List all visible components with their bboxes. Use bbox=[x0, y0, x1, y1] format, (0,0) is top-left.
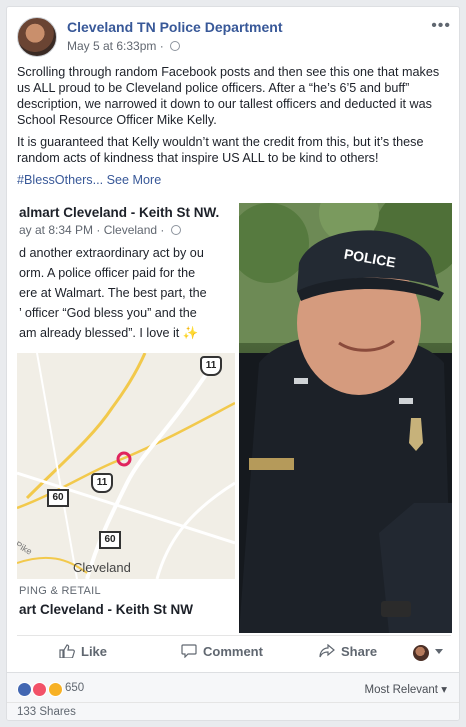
shared-meta-text: ay at 8:34 PM · Cleveland · bbox=[19, 223, 165, 237]
comment-label: Comment bbox=[203, 644, 263, 659]
post-footer-line: #BlessOthers... See More bbox=[17, 172, 453, 188]
us-route-shield: 11 bbox=[200, 356, 222, 376]
shared-text-line: am already blessed”. I love it ✨ bbox=[19, 323, 235, 343]
hashtag-link[interactable]: #BlessOthers... bbox=[17, 173, 103, 187]
shared-image[interactable]: almart Cleveland - Keith St NW. ay at 8:… bbox=[17, 203, 452, 633]
action-bar: Like Comment Share bbox=[17, 635, 451, 667]
post-card: Cleveland TN Police Department May 5 at … bbox=[6, 6, 460, 721]
comment-icon bbox=[181, 644, 197, 658]
officer-illustration: POLICE bbox=[239, 203, 452, 633]
reaction-count[interactable]: 650 bbox=[65, 682, 84, 694]
post-timestamp[interactable]: May 5 at 6:33pm bbox=[67, 39, 156, 53]
place-category: PING & RETAIL bbox=[19, 585, 101, 597]
meta-separator: · bbox=[159, 39, 164, 53]
shared-text-line: ’ officer “God bless you” and the bbox=[19, 306, 197, 320]
post-meta: May 5 at 6:33pm · bbox=[67, 39, 181, 53]
shared-post-text: d another extraordinary act by ou orm. A… bbox=[19, 243, 235, 343]
shared-text-line: orm. A police officer paid for the bbox=[19, 266, 196, 280]
map: 11 11 60 60 Pike Cleveland bbox=[17, 353, 235, 579]
post-paragraph: It is guaranteed that Kelly wouldn’t wan… bbox=[17, 135, 424, 165]
map-city-label: Cleveland bbox=[73, 560, 131, 575]
state-route-shield: 60 bbox=[47, 489, 69, 507]
state-route-shield: 60 bbox=[99, 531, 121, 549]
reaction-icons[interactable] bbox=[17, 681, 63, 699]
place-name: art Cleveland - Keith St NW bbox=[19, 602, 194, 617]
see-more-link[interactable]: See More bbox=[107, 173, 162, 187]
officer-photo: POLICE bbox=[239, 203, 452, 633]
share-label: Share bbox=[341, 644, 378, 659]
party-emoji-icon: ✨ bbox=[182, 326, 199, 340]
shared-post-title: almart Cleveland - Keith St NW. bbox=[19, 205, 220, 220]
like-reaction-icon bbox=[17, 682, 32, 698]
post-body: Scrolling through random Facebook posts … bbox=[17, 64, 453, 194]
love-reaction-icon bbox=[32, 682, 48, 698]
globe-icon bbox=[170, 41, 181, 51]
thumbs-up-icon bbox=[59, 644, 75, 658]
comment-button[interactable]: Comment bbox=[181, 644, 263, 659]
shared-post-meta: ay at 8:34 PM · Cleveland · bbox=[19, 223, 181, 237]
share-count[interactable]: 133 Shares bbox=[17, 706, 76, 718]
shared-text-line: d another extraordinary act by ou bbox=[19, 246, 204, 260]
share-icon bbox=[319, 644, 335, 658]
post-header: Cleveland TN Police Department May 5 at … bbox=[17, 17, 451, 59]
us-route-shield: 11 bbox=[91, 473, 113, 493]
post-paragraph: Scrolling through random Facebook posts … bbox=[17, 65, 440, 127]
shared-text-line: ere at Walmart. The best part, the bbox=[19, 286, 207, 300]
like-button[interactable]: Like bbox=[59, 644, 107, 659]
wow-reaction-icon bbox=[47, 682, 63, 698]
map-roads bbox=[17, 353, 235, 579]
globe-icon bbox=[170, 225, 181, 235]
reactions-bar: 650 Most Relevant ▾ bbox=[7, 672, 459, 702]
share-button[interactable]: Share bbox=[319, 644, 377, 659]
more-options-button[interactable]: ••• bbox=[431, 17, 451, 35]
comment-sort-dropdown[interactable]: Most Relevant ▾ bbox=[365, 682, 448, 696]
shares-bar: 133 Shares bbox=[7, 702, 459, 720]
post-as-avatar[interactable] bbox=[413, 645, 429, 661]
screenshot-panel: almart Cleveland - Keith St NW. ay at 8:… bbox=[17, 203, 235, 633]
page-avatar[interactable] bbox=[17, 17, 57, 57]
sort-label: Most Relevant bbox=[364, 684, 439, 696]
chevron-down-icon: ▾ bbox=[441, 684, 447, 696]
shared-text-last: am already blessed”. I love it bbox=[19, 326, 180, 340]
like-label: Like bbox=[81, 644, 108, 659]
page-name-link[interactable]: Cleveland TN Police Department bbox=[67, 19, 283, 35]
chevron-down-icon[interactable] bbox=[435, 649, 443, 654]
